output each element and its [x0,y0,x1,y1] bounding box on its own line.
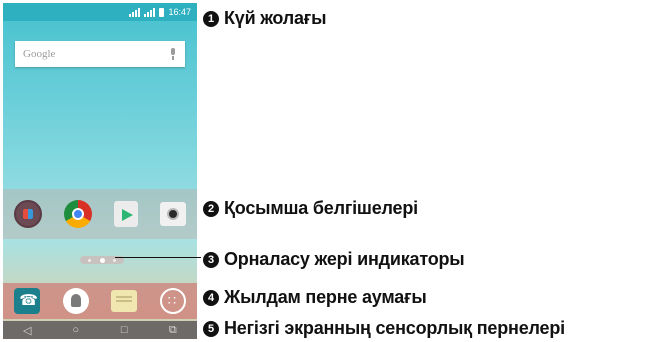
app-icons-row [3,189,197,239]
signal-icon-2 [144,7,156,17]
callout-label-3: Орналасу жері индикаторы [224,249,465,269]
page-dot [88,258,92,262]
callout-4: 4 Жылдам перне аумағы [203,287,427,308]
callout-number-1: 1 [203,10,219,27]
recent-apps-icon[interactable]: □ [117,324,131,336]
callout-number-2: 2 [203,200,219,217]
callout-1: 1 Күй жолағы [203,8,326,29]
callout-line-3 [115,257,201,258]
page-dot [112,258,116,262]
home-touch-buttons: ◁ ○ □ ⧉ [3,321,197,339]
page-dot-active [99,257,105,263]
messaging-icon[interactable] [111,290,138,312]
callout-3: 3 Орналасу жері индикаторы [203,249,465,270]
callout-number-3: 3 [203,251,219,268]
play-store-icon[interactable] [114,201,138,227]
quick-keys-area [3,283,197,319]
callout-label-4: Жылдам перне аумағы [224,287,427,307]
callout-5: 5 Негізгі экранның сенсорлық пернелері [203,318,565,339]
apps-icon[interactable] [159,288,186,314]
callout-label-2: Қосымша белгішелері [224,198,418,218]
callout-label-5: Негізгі экранның сенсорлық пернелері [224,318,565,338]
status-time: 16:47 [168,7,191,17]
callout-number-5: 5 [203,320,219,337]
callout-number-4: 4 [203,289,219,306]
back-icon[interactable]: ◁ [20,324,34,337]
status-bar: 16:47 [3,3,197,21]
callout-label-1: Күй жолағы [224,8,327,28]
camera-icon[interactable] [160,202,186,226]
dual-window-icon[interactable]: ⧉ [166,324,180,337]
battery-icon [159,7,165,17]
contacts-icon[interactable] [62,288,89,314]
phone-icon[interactable] [14,288,41,314]
home-icon[interactable]: ○ [69,324,83,336]
phone-screen: 16:47 Google ◁ ○ □ ⧉ [3,3,197,339]
chrome-icon[interactable] [64,200,92,228]
google-search-text: Google [23,48,56,60]
lg-apps-icon[interactable] [14,200,42,228]
callout-2: 2 Қосымша белгішелері [203,198,418,219]
mic-icon[interactable] [169,48,177,60]
google-search-widget[interactable]: Google [15,41,185,67]
signal-icon [129,7,141,17]
